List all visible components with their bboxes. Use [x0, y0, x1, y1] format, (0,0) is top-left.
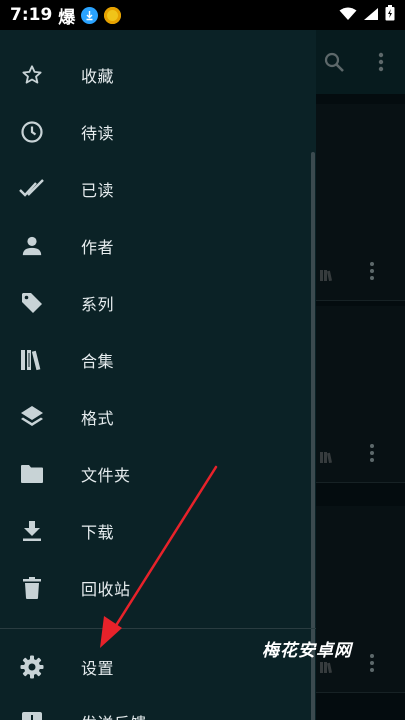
overflow-menu-icon[interactable] — [367, 48, 395, 76]
drawer-item-feedback[interactable]: 发送反馈 — [0, 694, 310, 720]
book-icon — [320, 266, 332, 282]
feedback-icon — [19, 709, 45, 720]
drawer-item-trash[interactable]: 回收站 — [0, 560, 310, 616]
drawer-item-series[interactable]: 系列 — [0, 275, 310, 331]
screen: 7:19 爆 收藏 待读 已读 作者 系列 合集 格式 文件夹 下载 回收站 设… — [0, 0, 405, 720]
book-list — [316, 94, 405, 720]
drawer-divider — [0, 628, 316, 629]
drawer-item-label: 收藏 — [81, 67, 115, 86]
book-row[interactable] — [316, 306, 405, 483]
drawer-item-label: 格式 — [81, 409, 115, 428]
trash-icon — [19, 575, 45, 601]
drawer-item-label: 设置 — [81, 659, 115, 678]
drawer-item-label: 文件夹 — [81, 466, 131, 485]
book-icon — [320, 448, 332, 464]
drawer-item-collections[interactable]: 合集 — [0, 332, 310, 388]
person-icon — [19, 233, 45, 259]
status-indicators — [339, 5, 395, 25]
drawer-item-label: 合集 — [81, 352, 115, 371]
book-row[interactable] — [316, 506, 405, 693]
status-time: 7:19 — [10, 5, 53, 25]
drawer-item-folders[interactable]: 文件夹 — [0, 446, 310, 502]
app-notification-icon — [104, 6, 122, 24]
download-notification-icon — [81, 6, 99, 24]
drawer-item-to-read[interactable]: 待读 — [0, 104, 310, 160]
clock-icon — [19, 119, 45, 145]
double-check-icon — [19, 176, 45, 202]
drawer-scrollbar[interactable] — [311, 152, 315, 720]
drawer-item-label: 待读 — [81, 124, 115, 143]
drawer-item-read[interactable]: 已读 — [0, 161, 310, 217]
drawer-item-label: 回收站 — [81, 580, 131, 599]
drawer-item-label: 发送反馈 — [81, 710, 147, 720]
drawer-item-downloads[interactable]: 下载 — [0, 503, 310, 559]
signal-icon — [363, 6, 379, 25]
tag-icon — [19, 290, 45, 316]
wifi-icon — [339, 6, 357, 25]
app-notification-glyph: 爆 — [58, 7, 76, 28]
gear-icon — [19, 654, 45, 680]
drawer-item-label: 系列 — [81, 295, 115, 314]
book-more-icon[interactable] — [364, 260, 380, 282]
drawer-item-favorites[interactable]: 收藏 — [0, 47, 310, 103]
book-row[interactable] — [316, 104, 405, 301]
watermark: 梅花安卓网 — [262, 641, 352, 661]
library-icon — [19, 347, 45, 373]
status-bar: 7:19 爆 — [0, 0, 405, 30]
download-icon — [19, 518, 45, 544]
search-icon[interactable] — [320, 48, 348, 76]
battery-icon — [385, 5, 395, 25]
star-icon — [19, 62, 45, 88]
drawer-item-label: 下载 — [81, 523, 115, 542]
book-more-icon[interactable] — [364, 652, 380, 674]
folder-icon — [19, 461, 45, 487]
drawer-item-authors[interactable]: 作者 — [0, 218, 310, 274]
drawer-item-label: 作者 — [81, 238, 115, 257]
book-more-icon[interactable] — [364, 442, 380, 464]
layers-icon — [19, 404, 45, 430]
drawer-item-label: 已读 — [81, 181, 115, 200]
navigation-drawer: 收藏 待读 已读 作者 系列 合集 格式 文件夹 下载 回收站 设置 — [0, 30, 316, 720]
drawer-item-formats[interactable]: 格式 — [0, 389, 310, 445]
